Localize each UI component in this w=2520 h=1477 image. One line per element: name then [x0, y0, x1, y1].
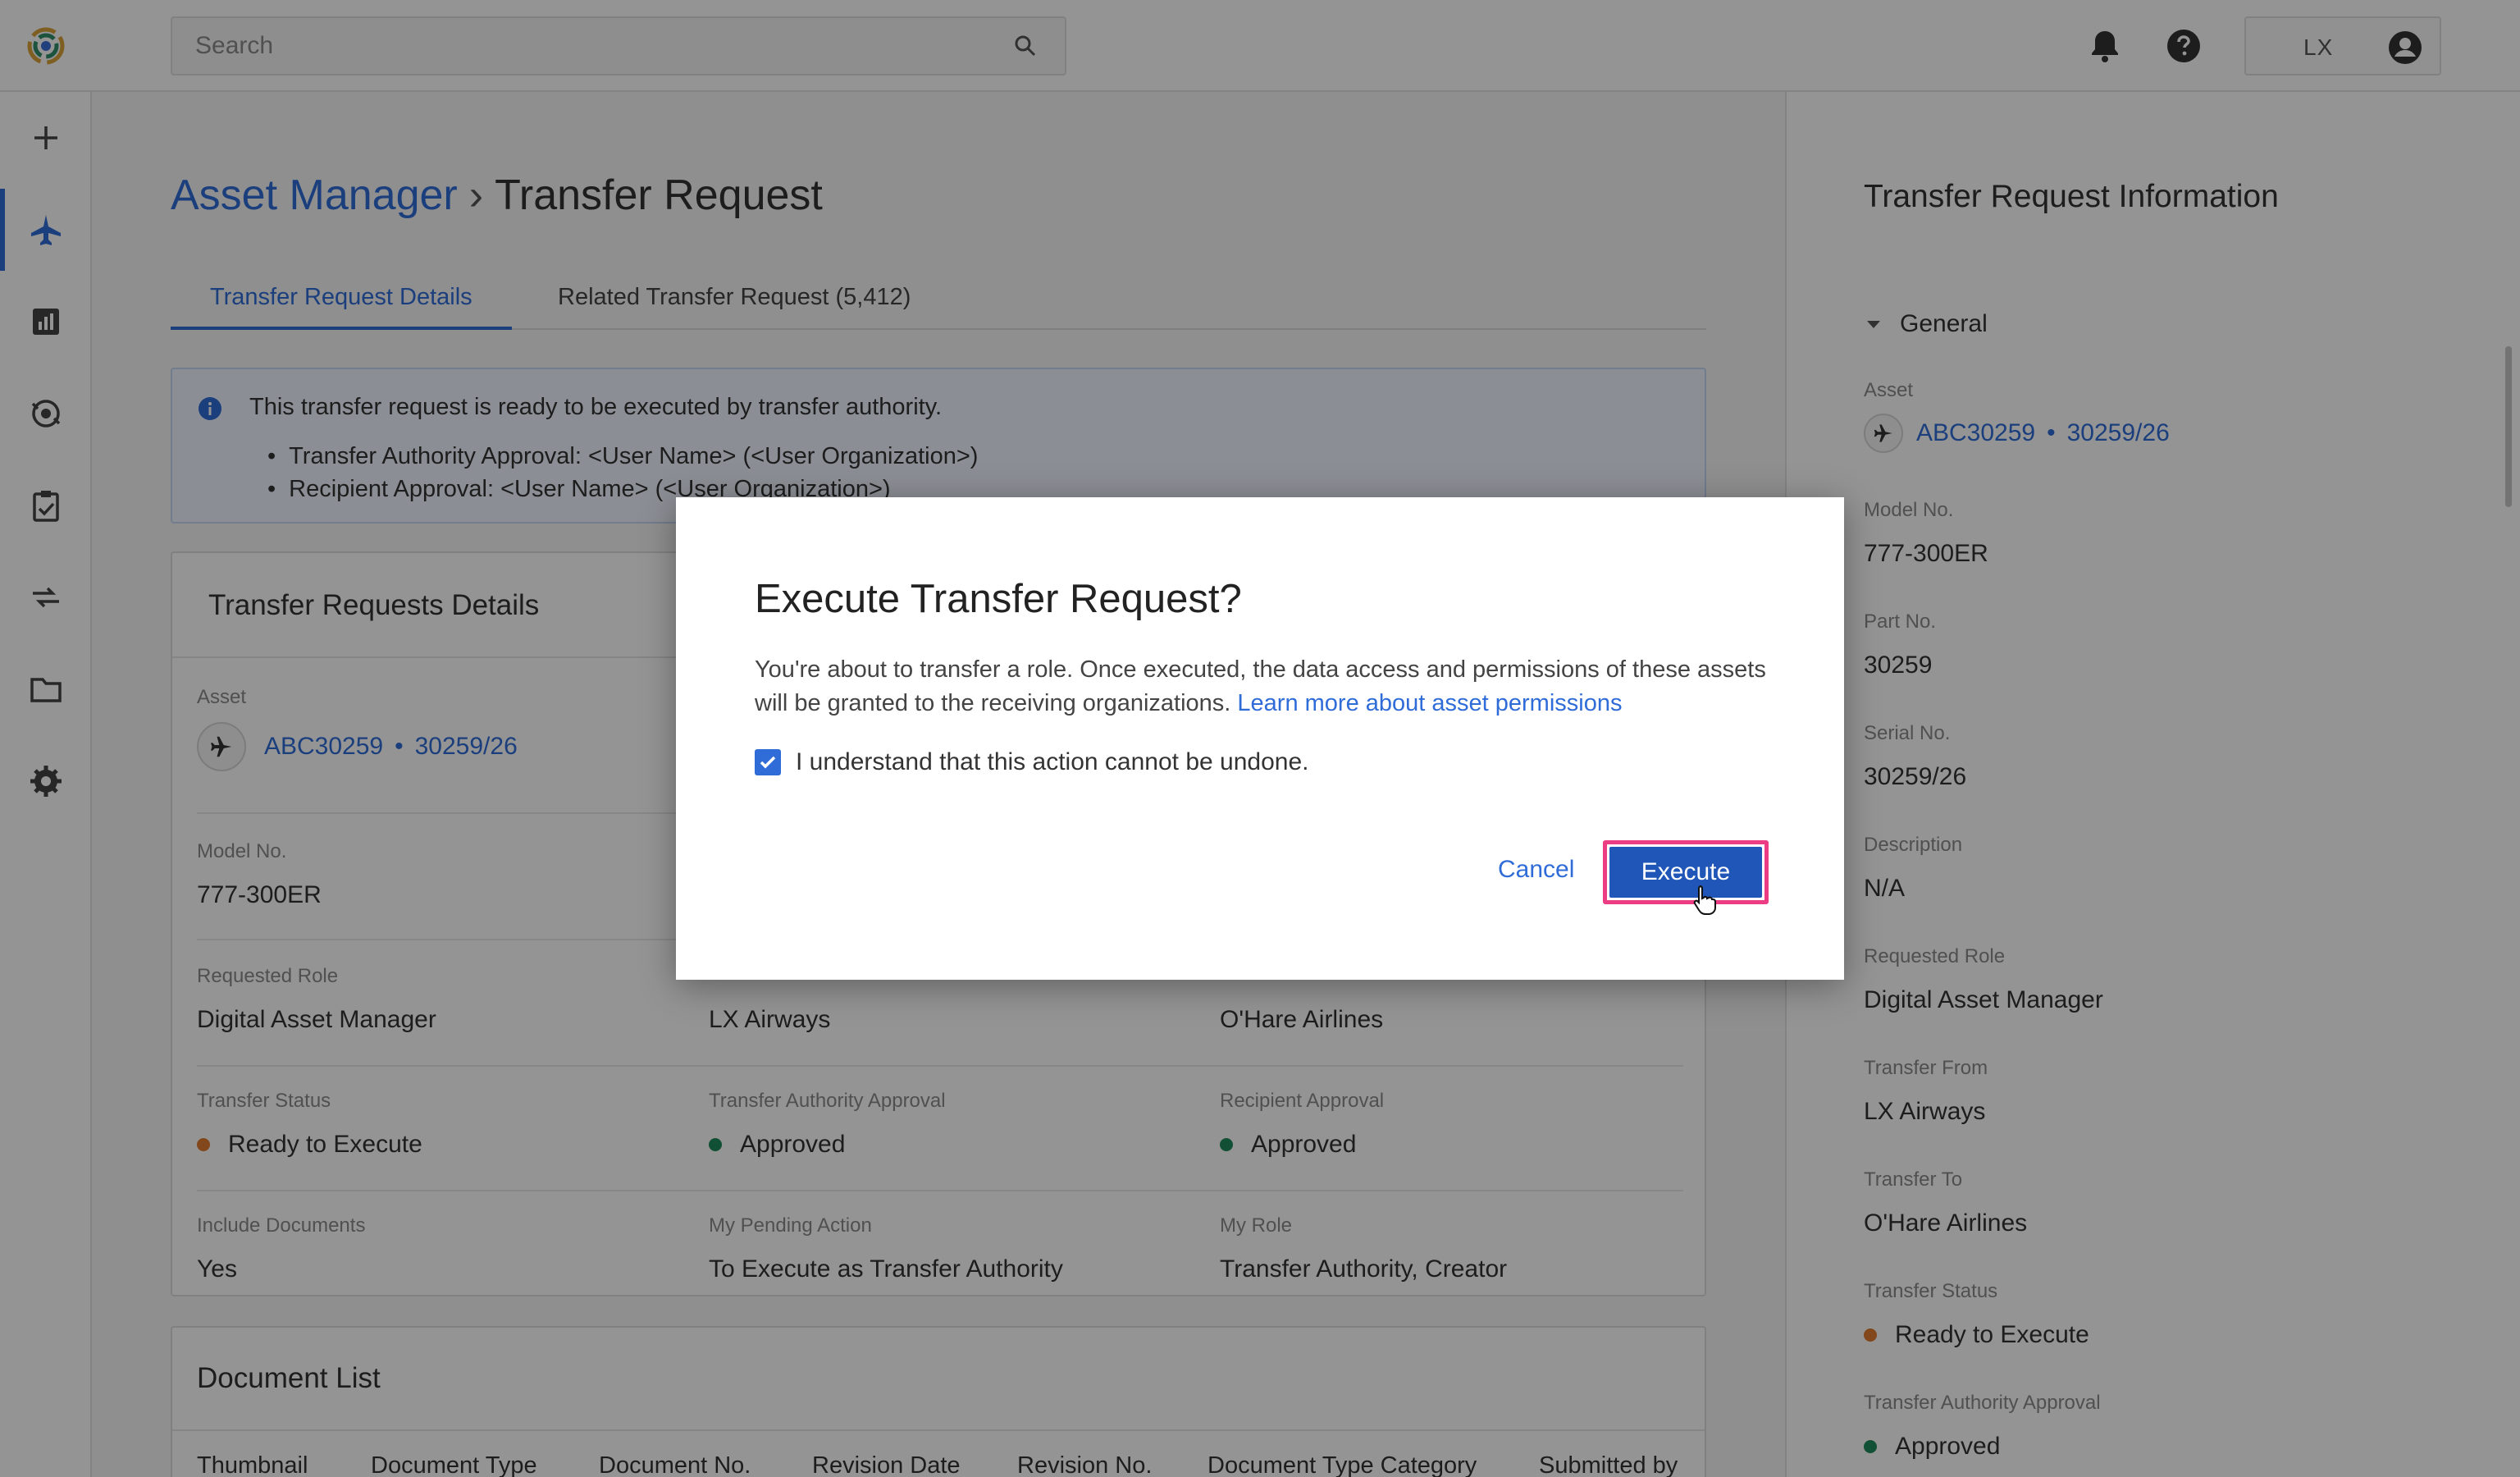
confirm-checkbox[interactable] [755, 749, 781, 775]
dialog-title: Execute Transfer Request? [755, 577, 1242, 621]
asset-permissions-link[interactable]: Learn more about asset permissions [1237, 690, 1622, 716]
dialog-body: You're about to transfer a role. Once ex… [755, 653, 1780, 720]
execute-button[interactable]: Execute [1609, 847, 1762, 898]
checkmark-icon [760, 756, 776, 769]
hand-cursor-icon [1693, 885, 1716, 915]
cancel-button[interactable]: Cancel [1472, 842, 1600, 898]
confirm-checkbox-row[interactable]: I understand that this action cannot be … [755, 748, 1308, 776]
execute-transfer-dialog: Execute Transfer Request? You're about t… [676, 497, 1844, 980]
confirm-label: I understand that this action cannot be … [796, 748, 1309, 775]
